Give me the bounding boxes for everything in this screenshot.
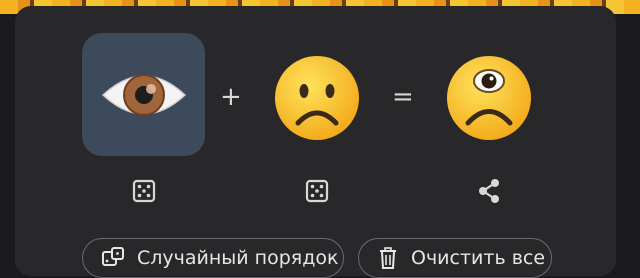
share-button[interactable]	[474, 176, 504, 206]
dice-icon	[101, 246, 125, 270]
left-randomize-button[interactable]	[129, 176, 159, 206]
shuffle-button[interactable]: Случайный порядок	[82, 238, 344, 278]
left-emoji-slot[interactable]	[82, 33, 205, 156]
right-randomize-button[interactable]	[302, 176, 332, 206]
trash-icon	[377, 246, 399, 270]
dice-icon	[132, 179, 156, 203]
shuffle-label: Случайный порядок	[137, 247, 339, 269]
eye-emoji	[101, 74, 187, 116]
plus-symbol: +	[220, 82, 242, 112]
clear-all-button[interactable]: Очистить все	[358, 238, 552, 278]
share-icon	[479, 179, 499, 203]
clear-all-label: Очистить все	[411, 247, 546, 269]
result-emoji[interactable]	[444, 53, 534, 143]
dice-icon	[305, 179, 329, 203]
equals-symbol: =	[392, 82, 414, 112]
right-emoji-slot[interactable]	[272, 53, 362, 143]
